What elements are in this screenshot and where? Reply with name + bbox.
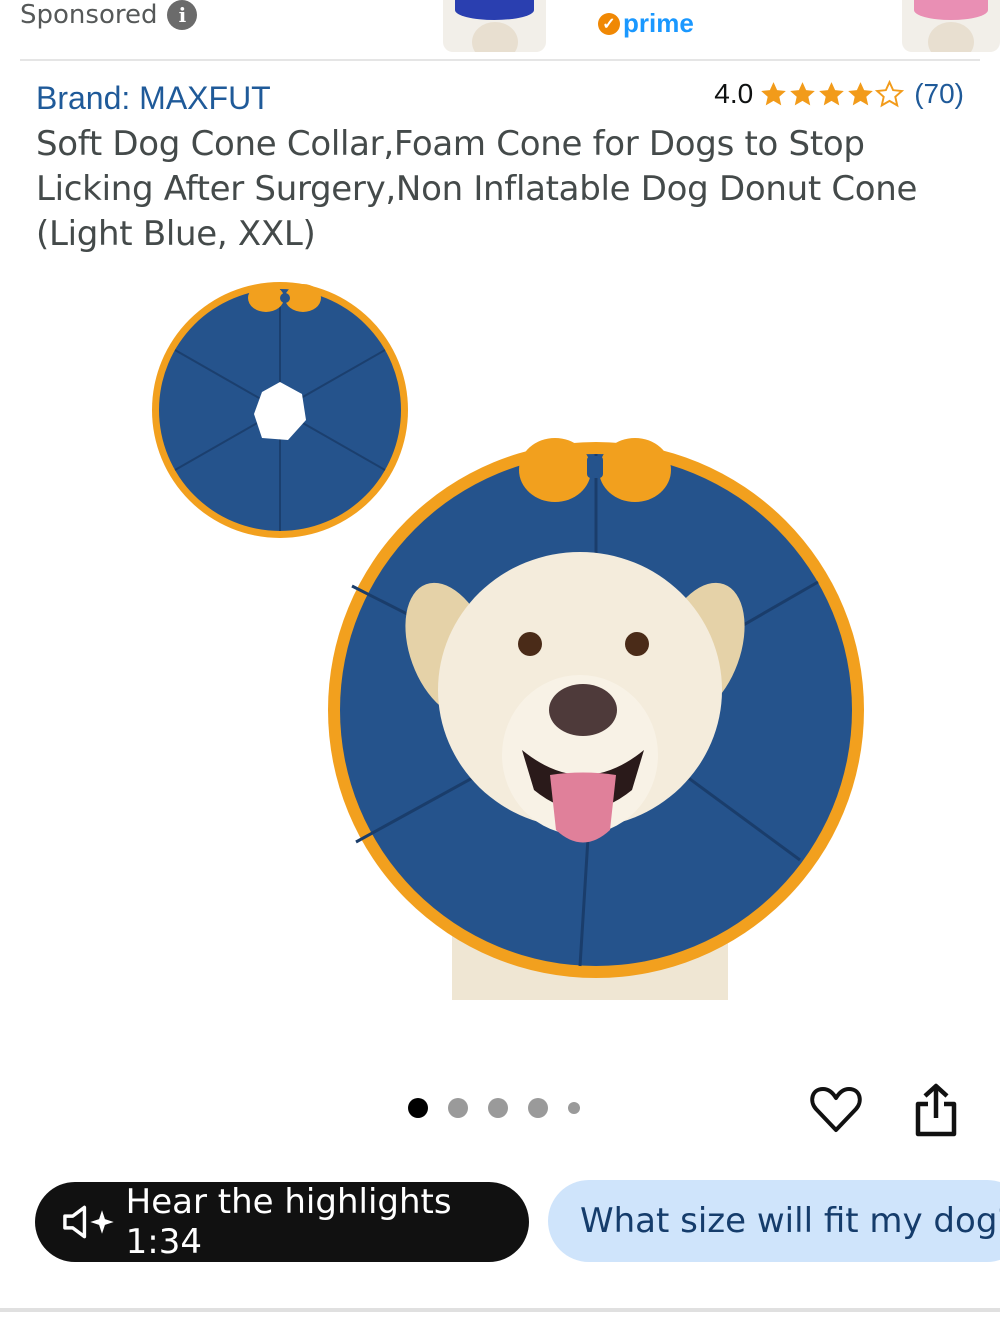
prime-check-icon: ✓ xyxy=(598,12,620,35)
ask-question-chip[interactable]: What size will fit my dog? xyxy=(548,1180,1000,1262)
speaker-sparkle-icon xyxy=(63,1205,114,1239)
divider xyxy=(20,59,980,61)
star-full-icon xyxy=(848,81,874,105)
carousel-indicator[interactable] xyxy=(408,1098,580,1118)
rating-value: 4.0 xyxy=(714,78,754,109)
star-full-icon xyxy=(819,81,845,105)
carousel-dot[interactable] xyxy=(568,1102,580,1114)
product-title[interactable]: Soft Dog Cone Collar,Foam Cone for Dogs … xyxy=(36,122,966,257)
product-image[interactable] xyxy=(140,270,880,1010)
rating-stars xyxy=(759,79,905,109)
carousel-dot[interactable] xyxy=(528,1098,548,1118)
bottom-divider xyxy=(0,1308,1000,1312)
sponsored-label: Sponsored i xyxy=(20,0,198,30)
hear-highlights-label: Hear the highlights 1:34 xyxy=(125,1182,452,1262)
small-collar xyxy=(152,282,408,538)
rating-summary[interactable]: 4.0 (70) xyxy=(714,78,964,110)
brand-link[interactable]: Brand: MAXFUT xyxy=(36,80,271,117)
star-full-icon xyxy=(761,81,787,105)
sponsored-thumbnail-pink[interactable] xyxy=(902,0,1000,52)
ask-question-label: What size will fit my dog? xyxy=(580,1201,1000,1241)
heart-icon[interactable] xyxy=(808,1082,864,1138)
carousel-dot[interactable] xyxy=(448,1098,468,1118)
star-full-icon xyxy=(790,81,816,105)
sponsored-thumbnail-blue[interactable] xyxy=(443,0,546,52)
sponsored-strip: Sponsored i ✓ prime xyxy=(0,0,1000,60)
info-icon[interactable]: i xyxy=(167,0,198,30)
share-icon[interactable] xyxy=(910,1082,962,1140)
carousel-dot[interactable] xyxy=(488,1098,508,1118)
rating-count-link[interactable]: (70) xyxy=(914,78,964,110)
hear-highlights-button[interactable]: Hear the highlights 1:34 xyxy=(35,1182,529,1262)
star-empty-icon xyxy=(875,79,905,107)
carousel-dot[interactable] xyxy=(408,1098,428,1118)
prime-badge: ✓ prime xyxy=(598,8,694,39)
